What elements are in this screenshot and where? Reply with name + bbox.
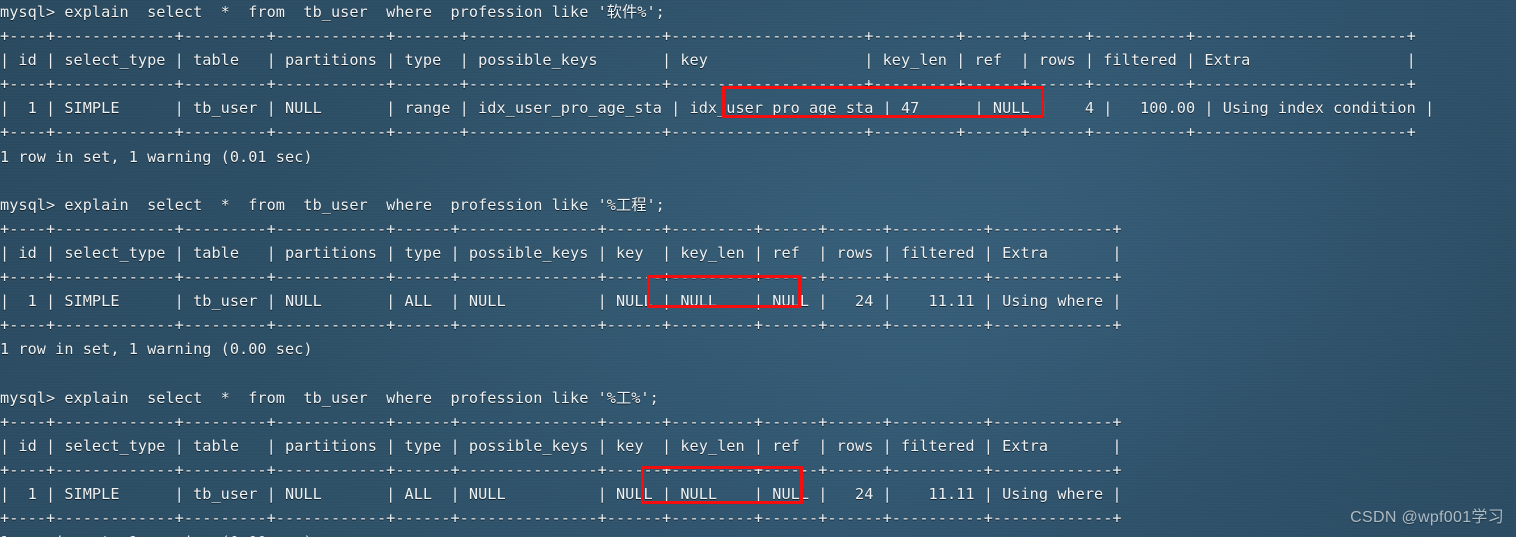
terminal-line: +----+-------------+---------+----------… <box>0 75 1416 94</box>
terminal-line: +----+-------------+---------+----------… <box>0 508 1122 527</box>
csdn-watermark: CSDN @wpf001学习 <box>1350 509 1504 526</box>
terminal-line: | id | select_type | table | partitions … <box>0 243 1122 262</box>
terminal-screen: mysql> explain select * from tb_user whe… <box>0 0 1516 537</box>
terminal-line: | 1 | SIMPLE | tb_user | NULL | ALL | NU… <box>0 292 1122 311</box>
terminal-line: +----+-------------+---------+----------… <box>0 27 1416 46</box>
terminal-line: 1 row in set, 1 warning (0.01 sec) <box>0 147 313 166</box>
terminal-line: +----+-------------+---------+----------… <box>0 316 1122 335</box>
terminal-line: 1 row in set, 1 warning (0.00 sec) <box>0 340 313 359</box>
terminal-line: +----+-------------+---------+----------… <box>0 268 1122 287</box>
terminal-line: +----+-------------+---------+----------… <box>0 412 1122 431</box>
terminal-line: | 1 | SIMPLE | tb_user | NULL | range | … <box>0 99 1435 118</box>
terminal-line: +----+-------------+---------+----------… <box>0 219 1122 238</box>
terminal-output[interactable]: mysql> explain select * from tb_user whe… <box>0 0 1516 537</box>
terminal-line: | id | select_type | table | partitions … <box>0 51 1416 70</box>
terminal-line: mysql> explain select * from tb_user whe… <box>0 3 665 21</box>
terminal-line: +----+-------------+---------+----------… <box>0 123 1416 142</box>
terminal-line: +----+-------------+---------+----------… <box>0 460 1122 479</box>
terminal-line: | id | select_type | table | partitions … <box>0 436 1122 455</box>
terminal-line: | 1 | SIMPLE | tb_user | NULL | ALL | NU… <box>0 484 1122 503</box>
terminal-line: mysql> explain select * from tb_user whe… <box>0 195 665 214</box>
terminal-line: 1 row in set, 1 warning (0.00 sec) <box>0 530 1516 537</box>
terminal-line: mysql> explain select * from tb_user whe… <box>0 388 659 407</box>
